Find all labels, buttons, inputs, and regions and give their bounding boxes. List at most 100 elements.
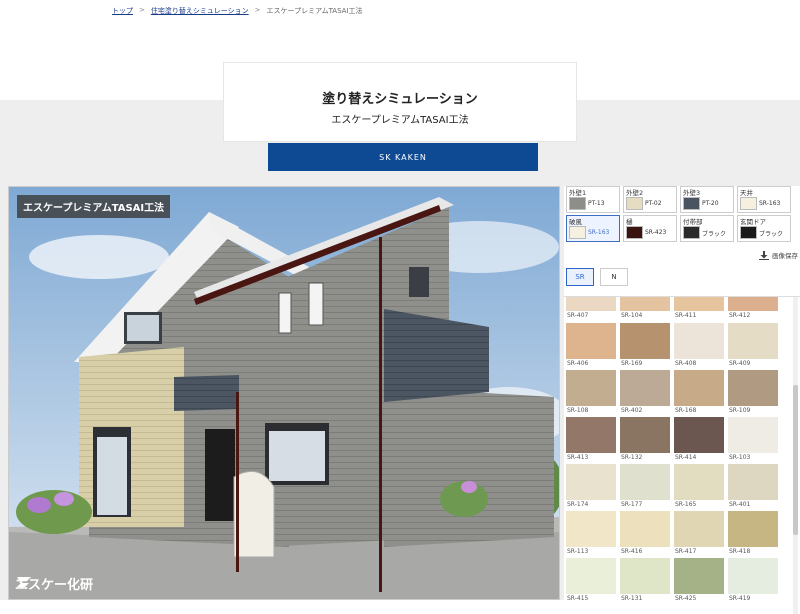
method-tag: エスケープレミアムTASAI工法 — [17, 195, 171, 218]
part-slot-swatch — [740, 197, 757, 210]
color-swatch[interactable]: SR-131 — [620, 558, 670, 605]
swatch-color — [566, 558, 616, 594]
swatch-color — [566, 464, 616, 500]
swatch-code: SR-419 — [729, 595, 751, 602]
color-swatch[interactable]: SR-413 — [566, 417, 616, 464]
color-swatch[interactable]: SR-412 — [728, 297, 778, 323]
swatch-code: SR-113 — [567, 548, 589, 555]
color-swatch[interactable]: SR-132 — [620, 417, 670, 464]
swatch-color — [674, 297, 724, 311]
save-image-button[interactable]: 画像保存 — [564, 250, 800, 260]
swatch-color — [728, 558, 778, 594]
color-swatch[interactable]: SR-415 — [566, 558, 616, 605]
breadcrumb-simulation-link[interactable]: 住宅塗り替えシミュレーション — [151, 6, 249, 16]
swatch-color — [674, 323, 724, 359]
color-swatch[interactable]: SR-409 — [728, 323, 778, 370]
palette-scrollbar-thumb[interactable] — [793, 385, 798, 535]
swatch-color — [728, 511, 778, 547]
color-swatch[interactable]: SR-108 — [566, 370, 616, 417]
swatch-code: SR-103 — [729, 454, 751, 461]
swatch-code: SR-415 — [567, 595, 589, 602]
swatch-color — [728, 417, 778, 453]
part-slot-code: ブラック — [759, 231, 784, 238]
part-slot[interactable]: 樋 SR-423 — [623, 215, 677, 242]
color-swatch[interactable]: SR-177 — [620, 464, 670, 511]
color-swatch[interactable]: SR-109 — [728, 370, 778, 417]
swatch-code: SR-174 — [567, 501, 589, 508]
swatch-color — [620, 417, 670, 453]
color-swatch[interactable]: SR-419 — [728, 558, 778, 605]
breadcrumb: トップ > 住宅塗り替えシミュレーション > エスケープレミアムTASAI工法 — [112, 6, 363, 16]
swatch-code: SR-131 — [621, 595, 643, 602]
part-slot-code: SR-163 — [759, 200, 781, 207]
sk-kaken-button[interactable]: SK KAKEN — [268, 143, 538, 171]
color-swatch[interactable]: SR-168 — [674, 370, 724, 417]
swatch-color — [674, 370, 724, 406]
swatch-code: SR-413 — [567, 454, 589, 461]
swatch-code: SR-414 — [675, 454, 697, 461]
color-swatch[interactable]: SR-425 — [674, 558, 724, 605]
part-slot[interactable]: 外壁2 PT-02 — [623, 186, 677, 213]
part-slot-swatch — [683, 226, 700, 239]
title-card: 塗り替えシミュレーション エスケープレミアムTASAI工法 — [223, 62, 577, 142]
color-swatch[interactable]: SR-402 — [620, 370, 670, 417]
color-swatch[interactable]: SR-401 — [728, 464, 778, 511]
part-slot-code: SR-423 — [645, 229, 667, 236]
palette-grid: SR-406 SR-169 SR-408 SR-409 SR-108 SR-402 SR-1… — [564, 323, 800, 605]
page-title: 塗り替えシミュレーション — [322, 92, 478, 107]
swatch-color — [566, 370, 616, 406]
swatch-color — [728, 464, 778, 500]
part-slot-label: 外壁3 — [683, 189, 701, 197]
tab-n[interactable]: N — [600, 268, 628, 286]
swatch-code: SR-109 — [729, 407, 751, 414]
swatch-code: SR-168 — [675, 407, 697, 414]
color-swatch[interactable]: SR-406 — [566, 323, 616, 370]
swatch-color — [620, 511, 670, 547]
swatch-code: SR-411 — [675, 312, 697, 319]
part-slot-code: SR-163 — [588, 229, 610, 236]
part-slot[interactable]: 外壁3 PT-20 — [680, 186, 734, 213]
page-subtitle: エスケープレミアムTASAI工法 — [331, 115, 469, 126]
color-swatch[interactable]: SR-417 — [674, 511, 724, 558]
color-swatch[interactable]: SR-414 — [674, 417, 724, 464]
part-slot-code: PT-13 — [588, 200, 605, 207]
part-slot[interactable]: 天井 SR-163 — [737, 186, 791, 213]
save-image-label: 画像保存 — [772, 252, 798, 260]
part-slot[interactable]: 玄関ドア ブラック — [737, 215, 791, 242]
part-slot[interactable]: 破風 SR-163 — [566, 215, 620, 242]
swatch-color — [620, 558, 670, 594]
palette-scrollbar[interactable] — [793, 297, 798, 614]
swatch-code: SR-401 — [729, 501, 751, 508]
swatch-code: SR-169 — [621, 360, 643, 367]
color-swatch[interactable]: SR-103 — [728, 417, 778, 464]
swatch-color — [620, 323, 670, 359]
part-slot-code: PT-02 — [645, 200, 662, 207]
color-swatch[interactable]: SR-169 — [620, 323, 670, 370]
swatch-code: SR-177 — [621, 501, 643, 508]
part-slot[interactable]: 付帯部 ブラック — [680, 215, 734, 242]
color-swatch[interactable]: SR-407 — [566, 297, 616, 323]
swatch-color — [674, 511, 724, 547]
swatch-code: SR-104 — [621, 312, 643, 319]
color-swatch[interactable]: SR-165 — [674, 464, 724, 511]
swatch-color — [674, 464, 724, 500]
download-icon — [759, 250, 769, 260]
breadcrumb-separator: > — [139, 6, 145, 14]
color-swatch[interactable]: SR-418 — [728, 511, 778, 558]
swatch-code: SR-165 — [675, 501, 697, 508]
color-swatch[interactable]: SR-416 — [620, 511, 670, 558]
tab-sr[interactable]: SR — [566, 268, 594, 286]
series-tabs: SR N — [564, 268, 800, 286]
part-slot-label: 外壁1 — [569, 189, 587, 197]
color-swatch[interactable]: SR-174 — [566, 464, 616, 511]
color-swatch[interactable]: SR-104 — [620, 297, 670, 323]
color-swatch[interactable]: SR-408 — [674, 323, 724, 370]
breadcrumb-home-link[interactable]: トップ — [112, 6, 133, 16]
swatch-code: SR-416 — [621, 548, 643, 555]
part-slot[interactable]: 外壁1 PT-13 — [566, 186, 620, 213]
swatch-color — [620, 297, 670, 311]
color-swatch[interactable]: SR-411 — [674, 297, 724, 323]
swatch-color — [674, 417, 724, 453]
color-swatch[interactable]: SR-113 — [566, 511, 616, 558]
swatch-code: SR-108 — [567, 407, 589, 414]
